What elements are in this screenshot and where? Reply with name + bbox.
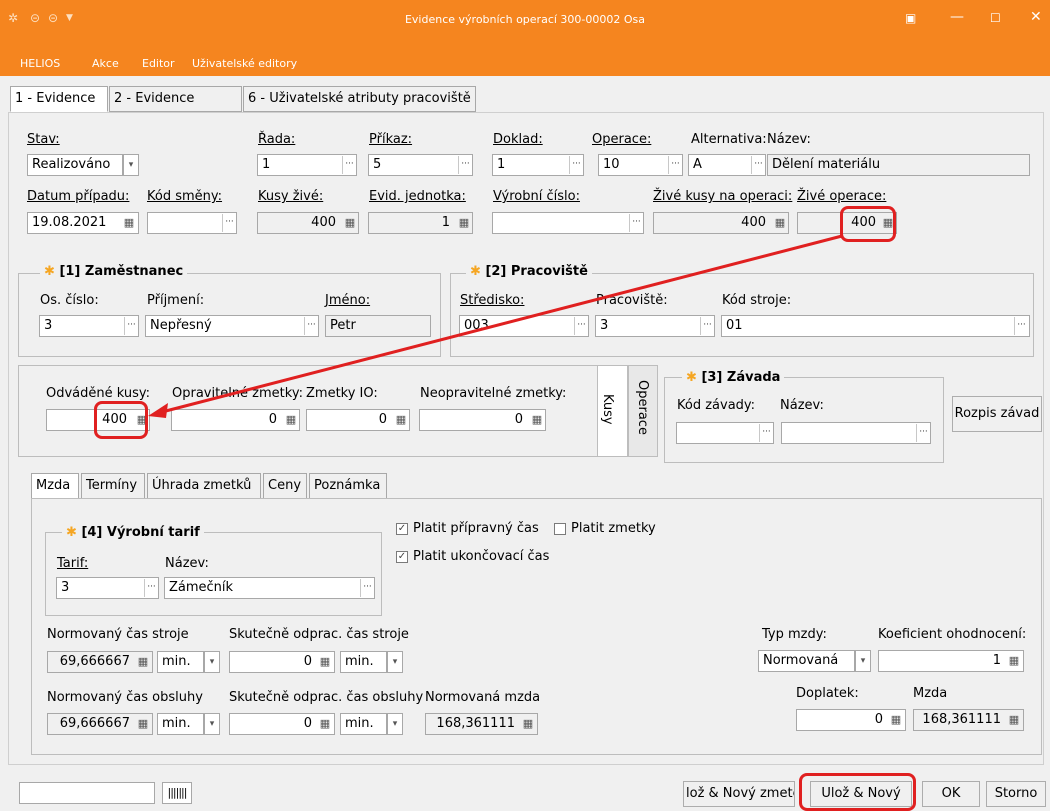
- arrow-head: [148, 403, 168, 418]
- arrow-line: [157, 234, 843, 415]
- annotation-arrow: [148, 234, 843, 418]
